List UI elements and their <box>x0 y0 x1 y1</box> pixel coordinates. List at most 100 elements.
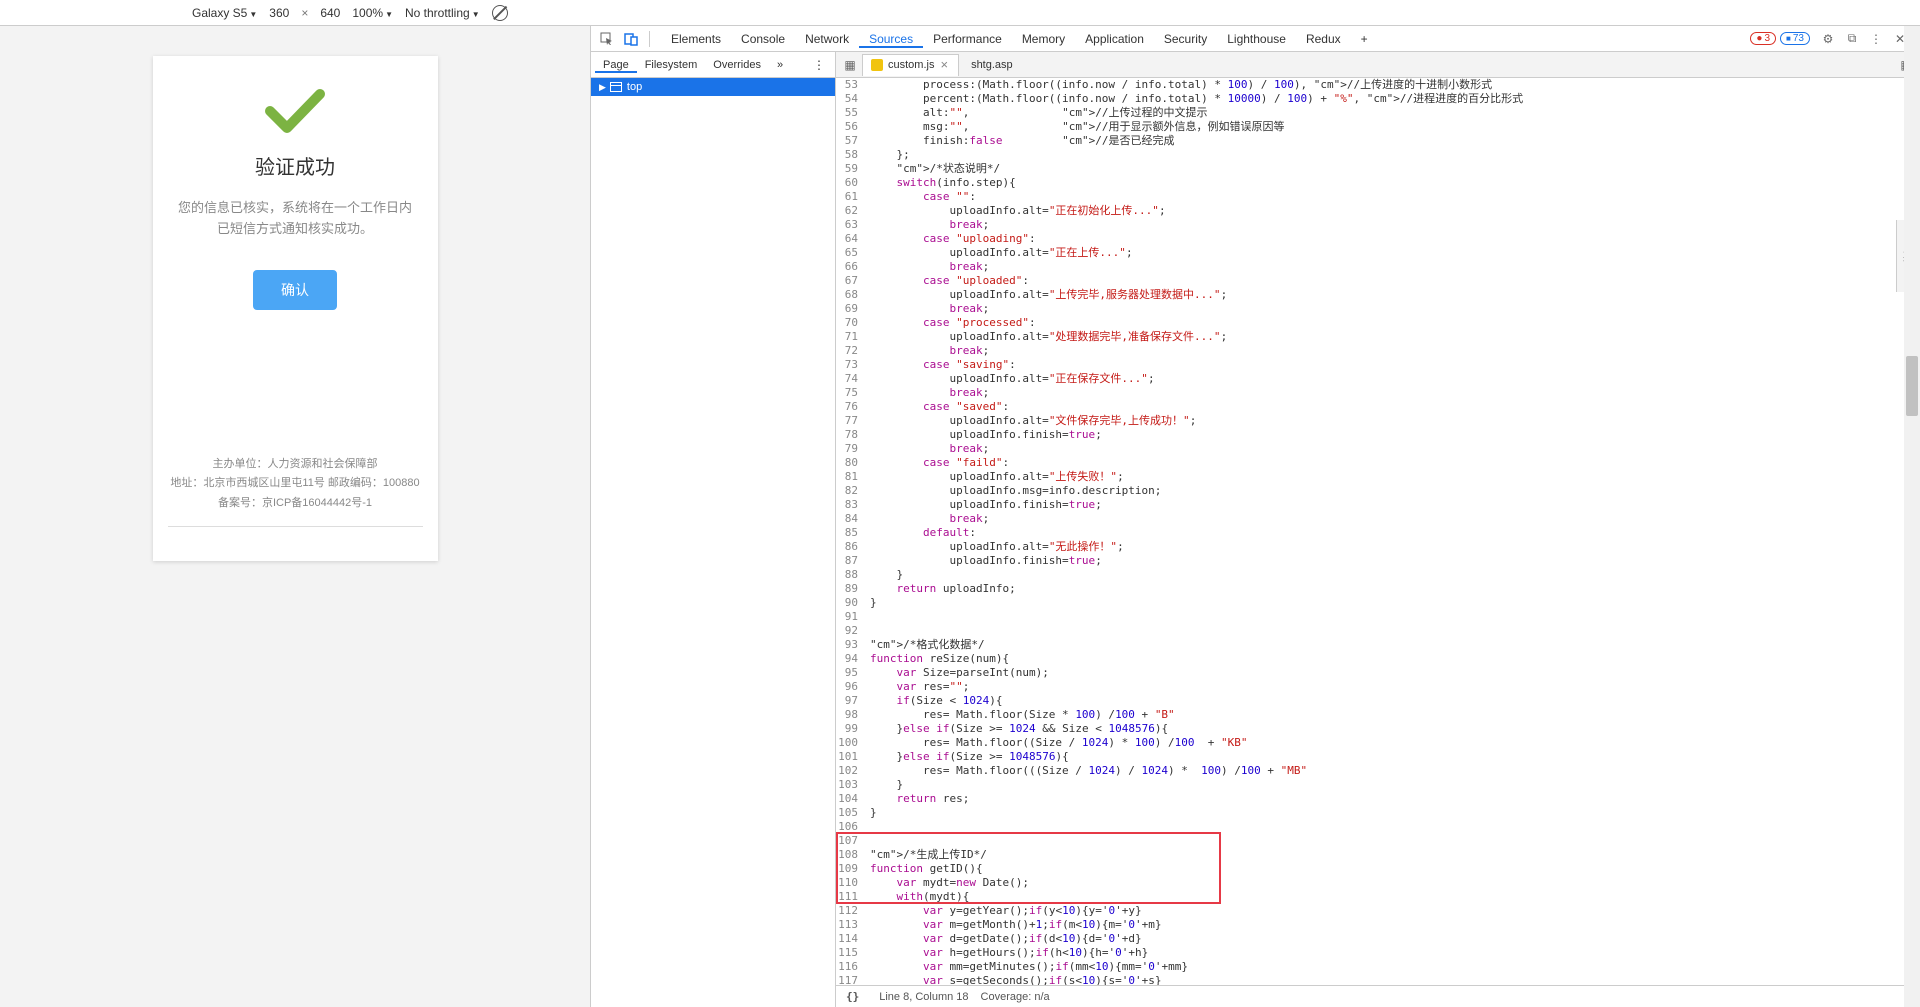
nav-tab-page[interactable]: Page <box>595 59 637 73</box>
rotate-icon[interactable] <box>492 5 508 21</box>
code-line[interactable]: 106 <box>836 820 1920 834</box>
code-line[interactable]: 104 return res; <box>836 792 1920 806</box>
code-line[interactable]: 61 case "": <box>836 190 1920 204</box>
tab-redux[interactable]: Redux <box>1296 32 1351 46</box>
tree-top-frame[interactable]: ▶ top <box>591 78 835 96</box>
device-height[interactable]: 640 <box>320 6 340 20</box>
file-nav-icon[interactable]: ▦ <box>840 58 860 72</box>
code-line[interactable]: 69 break; <box>836 302 1920 316</box>
code-line[interactable]: 99 }else if(Size >= 1024 && Size < 10485… <box>836 722 1920 736</box>
settings-icon[interactable]: ⚙ <box>1818 29 1838 49</box>
more-icon[interactable]: ⋮ <box>1866 29 1886 49</box>
code-line[interactable]: 116 var mm=getMinutes();if(mm<10){mm='0'… <box>836 960 1920 974</box>
code-line[interactable]: 68 uploadInfo.alt="上传完毕,服务器处理数据中..."; <box>836 288 1920 302</box>
navigator-more-icon[interactable]: » <box>769 52 791 78</box>
code-line[interactable]: 65 uploadInfo.alt="正在上传..."; <box>836 246 1920 260</box>
code-line[interactable]: 70 case "processed": <box>836 316 1920 330</box>
device-select[interactable]: Galaxy S5▼ <box>192 6 257 20</box>
code-line[interactable]: 102 res= Math.floor(((Size / 1024) / 102… <box>836 764 1920 778</box>
code-line[interactable]: 64 case "uploading": <box>836 232 1920 246</box>
code-line[interactable]: 58 }; <box>836 148 1920 162</box>
code-line[interactable]: 107 <box>836 834 1920 848</box>
code-line[interactable]: 79 break; <box>836 442 1920 456</box>
code-line[interactable]: 93"cm">/*格式化数据*/ <box>836 638 1920 652</box>
add-tab-button[interactable]: + <box>1351 26 1378 52</box>
code-line[interactable]: 88 } <box>836 568 1920 582</box>
tab-network[interactable]: Network <box>795 32 859 46</box>
info-badge[interactable]: 73 <box>1780 32 1810 45</box>
tab-security[interactable]: Security <box>1154 32 1217 46</box>
code-line[interactable]: 89 return uploadInfo; <box>836 582 1920 596</box>
vertical-scrollbar[interactable] <box>1904 26 1920 1007</box>
code-line[interactable]: 77 uploadInfo.alt="文件保存完毕,上传成功！"; <box>836 414 1920 428</box>
code-line[interactable]: 66 break; <box>836 260 1920 274</box>
dock-icon[interactable]: ⧉ <box>1842 29 1862 49</box>
code-line[interactable]: 59 "cm">/*状态说明*/ <box>836 162 1920 176</box>
device-width[interactable]: 360 <box>269 6 289 20</box>
code-line[interactable]: 109function getID(){ <box>836 862 1920 876</box>
code-line[interactable]: 111 with(mydt){ <box>836 890 1920 904</box>
code-line[interactable]: 92 <box>836 624 1920 638</box>
tab-lighthouse[interactable]: Lighthouse <box>1217 32 1296 46</box>
tab-console[interactable]: Console <box>731 32 795 46</box>
device-toggle-icon[interactable] <box>621 29 641 49</box>
code-line[interactable]: 95 var Size=parseInt(num); <box>836 666 1920 680</box>
tab-application[interactable]: Application <box>1075 32 1154 46</box>
code-line[interactable]: 81 uploadInfo.alt="上传失败！"; <box>836 470 1920 484</box>
code-line[interactable]: 110 var mydt=new Date(); <box>836 876 1920 890</box>
code-line[interactable]: 113 var m=getMonth()+1;if(m<10){m='0'+m} <box>836 918 1920 932</box>
code-line[interactable]: 86 uploadInfo.alt="无此操作！"; <box>836 540 1920 554</box>
code-line[interactable]: 103 } <box>836 778 1920 792</box>
code-line[interactable]: 105} <box>836 806 1920 820</box>
code-line[interactable]: 57 finish:false "cm">//是否已经完成 <box>836 134 1920 148</box>
code-line[interactable]: 54 percent:(Math.floor((info.now / info.… <box>836 92 1920 106</box>
code-line[interactable]: 114 var d=getDate();if(d<10){d='0'+d} <box>836 932 1920 946</box>
code-line[interactable]: 60 switch(info.step){ <box>836 176 1920 190</box>
code-line[interactable]: 94function reSize(num){ <box>836 652 1920 666</box>
code-line[interactable]: 78 uploadInfo.finish=true; <box>836 428 1920 442</box>
code-line[interactable]: 55 alt:"", "cm">//上传过程的中文提示 <box>836 106 1920 120</box>
code-line[interactable]: 108"cm">/*生成上传ID*/ <box>836 848 1920 862</box>
tab-performance[interactable]: Performance <box>923 32 1012 46</box>
code-line[interactable]: 100 res= Math.floor((Size / 1024) * 100)… <box>836 736 1920 750</box>
code-line[interactable]: 56 msg:"", "cm">//用于显示额外信息，例如错误原因等 <box>836 120 1920 134</box>
code-line[interactable]: 98 res= Math.floor(Size * 100) /100 + "B… <box>836 708 1920 722</box>
code-line[interactable]: 75 break; <box>836 386 1920 400</box>
tab-elements[interactable]: Elements <box>661 32 731 46</box>
code-line[interactable]: 84 break; <box>836 512 1920 526</box>
code-line[interactable]: 80 case "faild": <box>836 456 1920 470</box>
code-line[interactable]: 83 uploadInfo.finish=true; <box>836 498 1920 512</box>
zoom-select[interactable]: 100%▼ <box>352 6 393 20</box>
close-tab-icon[interactable]: × <box>940 54 948 76</box>
code-line[interactable]: 96 var res=""; <box>836 680 1920 694</box>
code-line[interactable]: 101 }else if(Size >= 1048576){ <box>836 750 1920 764</box>
format-icon[interactable]: {} <box>846 990 859 1003</box>
file-tab-custom-js[interactable]: custom.js × <box>862 54 959 76</box>
code-line[interactable]: 97 if(Size < 1024){ <box>836 694 1920 708</box>
code-line[interactable]: 112 var y=getYear();if(y<10){y='0'+y} <box>836 904 1920 918</box>
nav-tab-filesystem[interactable]: Filesystem <box>637 59 706 71</box>
confirm-button[interactable]: 确认 <box>253 270 337 310</box>
code-line[interactable]: 74 uploadInfo.alt="正在保存文件..."; <box>836 372 1920 386</box>
code-line[interactable]: 76 case "saved": <box>836 400 1920 414</box>
tab-sources[interactable]: Sources <box>859 32 923 48</box>
code-line[interactable]: 117 var s=getSeconds();if(s<10){s='0'+s} <box>836 974 1920 985</box>
code-line[interactable]: 82 uploadInfo.msg=info.description; <box>836 484 1920 498</box>
code-line[interactable]: 73 case "saving": <box>836 358 1920 372</box>
error-badge[interactable]: 3 <box>1750 32 1776 45</box>
file-tree[interactable]: ▶ top <box>591 78 835 1007</box>
file-tab-shtg-asp[interactable]: shtg.asp <box>963 54 1023 76</box>
code-line[interactable]: 72 break; <box>836 344 1920 358</box>
code-line[interactable]: 53 process:(Math.floor((info.now / info.… <box>836 78 1920 92</box>
nav-tab-overrides[interactable]: Overrides <box>705 59 769 71</box>
code-line[interactable]: 90} <box>836 596 1920 610</box>
throttling-select[interactable]: No throttling▼ <box>405 6 480 20</box>
code-line[interactable]: 115 var h=getHours();if(h<10){h='0'+h} <box>836 946 1920 960</box>
code-editor[interactable]: 53 process:(Math.floor((info.now / info.… <box>836 78 1920 985</box>
code-line[interactable]: 63 break; <box>836 218 1920 232</box>
code-line[interactable]: 62 uploadInfo.alt="正在初始化上传..."; <box>836 204 1920 218</box>
tab-memory[interactable]: Memory <box>1012 32 1075 46</box>
code-line[interactable]: 85 default: <box>836 526 1920 540</box>
code-line[interactable]: 71 uploadInfo.alt="处理数据完毕,准备保存文件..."; <box>836 330 1920 344</box>
code-line[interactable]: 67 case "uploaded": <box>836 274 1920 288</box>
